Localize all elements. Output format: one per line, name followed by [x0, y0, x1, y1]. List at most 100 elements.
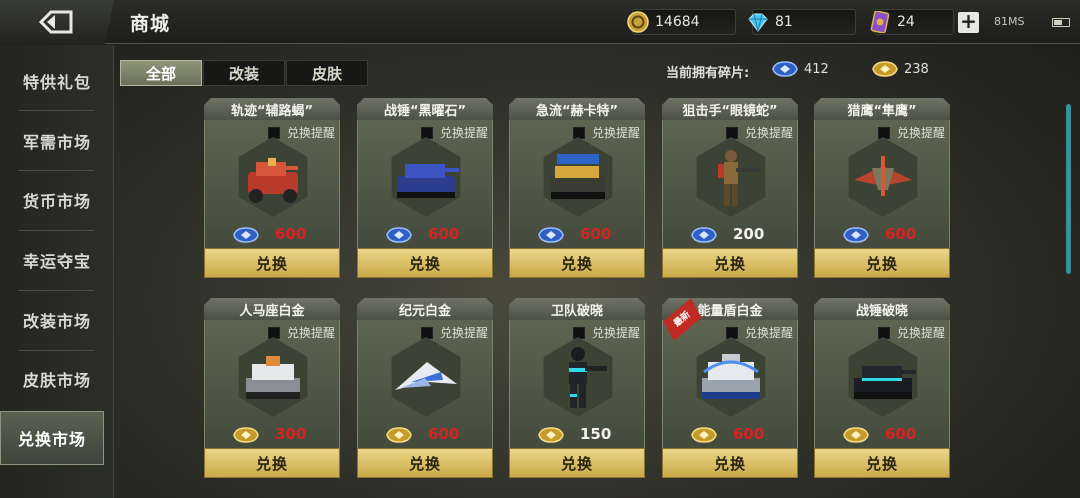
item-card[interactable]: 猎鹰“隼鹰” 兑换提醒 600 兑换: [814, 98, 950, 280]
sidebar-item-skin-market[interactable]: 皮肤市场: [0, 349, 114, 409]
reminder-checkbox[interactable]: [725, 126, 738, 139]
reminder-checkbox[interactable]: [877, 326, 890, 339]
item-card[interactable]: 卫队破晓 兑换提醒 150 兑换: [509, 298, 645, 480]
exchange-button[interactable]: 兑换: [509, 248, 645, 278]
price-row: 600: [358, 224, 494, 244]
blue-fragment-icon: [691, 227, 717, 243]
tab-mods[interactable]: 改装: [203, 60, 285, 86]
gold-fragment-icon: [843, 427, 869, 443]
item-name: 人马座白金: [204, 298, 340, 320]
exchange-reminder-toggle[interactable]: 兑换提醒: [267, 124, 335, 141]
sidebar-item-mod-market[interactable]: 改装市场: [0, 290, 114, 350]
scrollbar[interactable]: [1066, 104, 1071, 274]
exchange-button[interactable]: 兑换: [204, 448, 340, 478]
item-name: 战锤破晓: [814, 298, 950, 320]
item-preview: 兑换提醒 600: [357, 120, 493, 248]
item-card[interactable]: 战锤“黑曜石” 兑换提醒 600 兑换: [357, 98, 493, 280]
sidebar-item-label: 皮肤市场: [22, 371, 91, 390]
reminder-label: 兑换提醒: [591, 326, 640, 340]
exchange-button[interactable]: 兑换: [662, 248, 798, 278]
item-name: 狙击手“眼镜蛇”: [662, 98, 798, 120]
back-button[interactable]: [0, 0, 114, 44]
exchange-reminder-toggle[interactable]: 兑换提醒: [420, 324, 488, 341]
exchange-reminder-toggle[interactable]: 兑换提醒: [877, 324, 945, 341]
item-price: 150: [580, 425, 612, 443]
network-latency: 81MS: [994, 15, 1025, 28]
red-jet-unit-icon: [854, 156, 912, 196]
exchange-button[interactable]: 兑换: [357, 248, 493, 278]
reminder-checkbox[interactable]: [877, 126, 890, 139]
sidebar-item-label: 特供礼包: [22, 73, 91, 92]
item-preview: 兑换提醒 600: [814, 120, 950, 248]
sidebar-item-exchange-market[interactable]: 兑换市场: [0, 411, 104, 465]
price-row: 600: [358, 424, 494, 444]
category-tabs: 全部 改装 皮肤: [120, 60, 369, 86]
sidebar-item-military-market[interactable]: 军需市场: [0, 111, 114, 171]
item-price: 600: [580, 225, 612, 243]
sidebar-item-lucky-draw[interactable]: 幸运夺宝: [0, 230, 114, 290]
card-ticket-icon: [870, 11, 890, 33]
blue-fragment-amount: 412: [804, 61, 829, 77]
exchange-reminder-toggle[interactable]: 兑换提醒: [877, 124, 945, 141]
gold-coin-icon: [627, 11, 649, 33]
tab-all[interactable]: 全部: [120, 60, 202, 86]
exchange-button[interactable]: 兑换: [357, 448, 493, 478]
item-card[interactable]: 狙击手“眼镜蛇” 兑换提醒 200 兑换: [662, 98, 798, 280]
item-card[interactable]: 轨迹“辅路蝎” 兑换提醒 600 兑换: [204, 98, 340, 280]
gold-counter: 14684: [627, 9, 736, 35]
diamond-icon: [748, 13, 768, 32]
exchange-reminder-toggle[interactable]: 兑换提醒: [725, 124, 793, 141]
item-preview: 兑换提醒 600: [204, 120, 340, 248]
reminder-checkbox[interactable]: [267, 126, 280, 139]
sidebar-item-label: 兑换市场: [17, 430, 86, 449]
exchange-button[interactable]: 兑换: [204, 248, 340, 278]
item-name: 急流“赫卡特”: [509, 98, 645, 120]
item-name: 纪元白金: [357, 298, 493, 320]
item-card[interactable]: 战锤破晓 兑换提醒 600 兑换: [814, 298, 950, 480]
reminder-label: 兑换提醒: [896, 326, 945, 340]
exchange-reminder-toggle[interactable]: 兑换提醒: [420, 124, 488, 141]
item-price: 600: [733, 425, 765, 443]
item-card[interactable]: 纪元白金 兑换提醒 600 兑换: [357, 298, 493, 480]
exchange-reminder-toggle[interactable]: 兑换提醒: [572, 124, 640, 141]
reminder-checkbox[interactable]: [725, 326, 738, 339]
reminder-checkbox[interactable]: [572, 326, 585, 339]
exchange-button[interactable]: 兑换: [814, 248, 950, 278]
yellow-tank-unit-icon: [551, 154, 605, 199]
price-row: 600: [205, 224, 341, 244]
exchange-reminder-toggle[interactable]: 兑换提醒: [572, 324, 640, 341]
page-title: 商城: [130, 13, 171, 35]
tab-skins[interactable]: 皮肤: [286, 60, 368, 86]
blue-tank-unit-icon: [397, 164, 459, 198]
exchange-reminder-toggle[interactable]: 兑换提醒: [267, 324, 335, 341]
gold-fragment-icon: [386, 427, 412, 443]
sidebar-item-special-pack[interactable]: 特供礼包: [0, 51, 114, 111]
item-card[interactable]: 急流“赫卡特” 兑换提醒 600 兑换: [509, 98, 645, 280]
reminder-label: 兑换提醒: [744, 326, 793, 340]
exchange-button[interactable]: 兑换: [509, 448, 645, 478]
reminder-checkbox[interactable]: [267, 326, 280, 339]
sidebar-item-label: 幸运夺宝: [22, 252, 91, 271]
price-row: 600: [510, 224, 646, 244]
exchange-button[interactable]: 兑换: [662, 448, 798, 478]
exchange-reminder-toggle[interactable]: 兑换提醒: [725, 324, 793, 341]
item-preview: 兑换提醒 600: [357, 320, 493, 448]
blue-fragment-icon: [538, 227, 564, 243]
item-card[interactable]: 人马座白金 兑换提醒 300 兑换: [204, 298, 340, 480]
item-card[interactable]: 能量盾白金 兑换提醒 600 兑换 最新: [662, 298, 798, 480]
item-name: 轨迹“辅路蝎”: [204, 98, 340, 120]
reminder-label: 兑换提醒: [439, 326, 488, 340]
add-currency-button[interactable]: +: [958, 11, 979, 33]
reminder-checkbox[interactable]: [420, 126, 433, 139]
reminder-checkbox[interactable]: [572, 126, 585, 139]
exchange-button[interactable]: 兑换: [814, 448, 950, 478]
reminder-checkbox[interactable]: [420, 326, 433, 339]
sidebar-item-currency-market[interactable]: 货币市场: [0, 170, 114, 230]
reminder-label: 兑换提醒: [439, 126, 488, 140]
blue-fragment-icon: [772, 61, 798, 77]
card-amount: 24: [897, 14, 915, 30]
red-tank-unit-icon: [248, 158, 298, 203]
blue-fragment-icon: [233, 227, 259, 243]
item-preview: 兑换提醒 600: [509, 120, 645, 248]
reminder-label: 兑换提醒: [591, 126, 640, 140]
